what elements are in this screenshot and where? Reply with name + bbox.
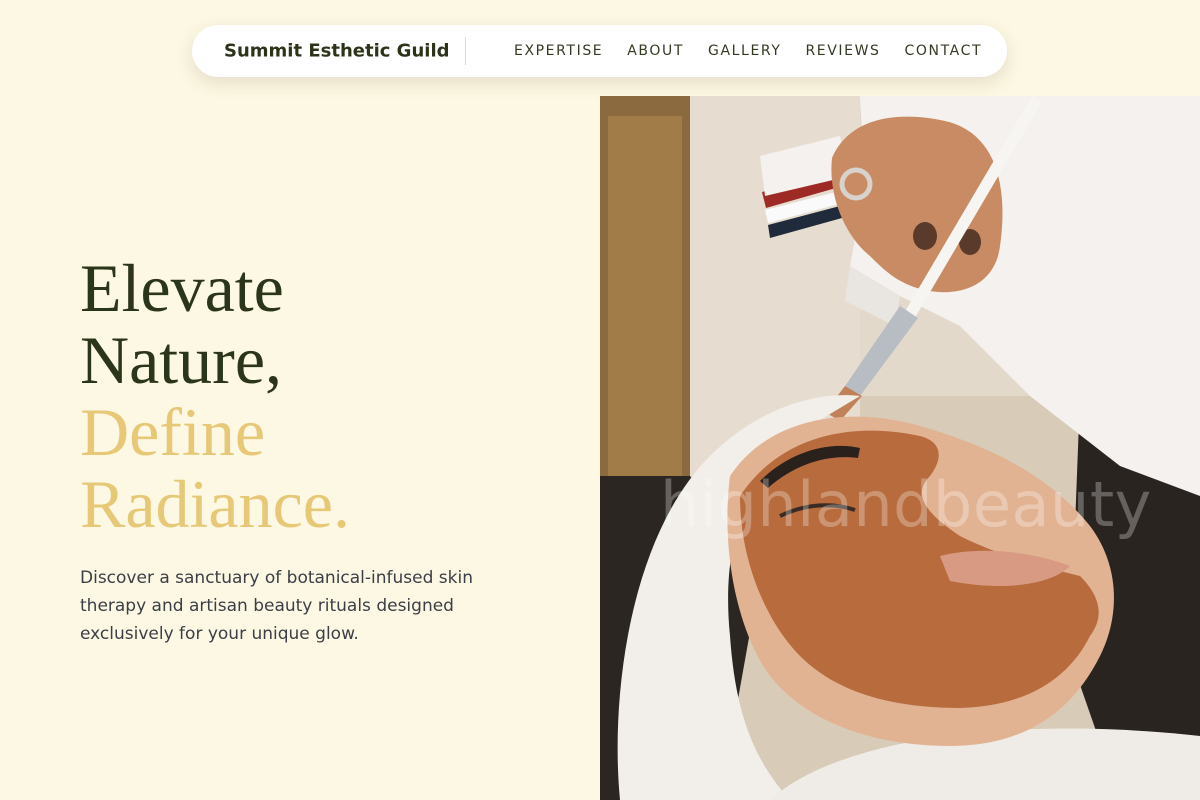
nav-links: EXPERTISE ABOUT GALLERY REVIEWS CONTACT: [514, 43, 982, 59]
nav-link-contact[interactable]: CONTACT: [905, 43, 983, 59]
hero-intro-text: Discover a sanctuary of botanical-infuse…: [80, 568, 474, 644]
nav-link-expertise[interactable]: EXPERTISE: [514, 43, 603, 59]
hero-headline: Elevate Nature, Define Radiance.: [80, 252, 350, 540]
nav-link-about[interactable]: ABOUT: [627, 43, 684, 59]
headline-accent-line-2: Radiance.: [80, 466, 350, 542]
brand-logo-link[interactable]: Summit Esthetic Guild: [224, 41, 450, 62]
headline-accent-line-1: Define: [80, 394, 266, 470]
nav-link-reviews[interactable]: REVIEWS: [805, 43, 880, 59]
headline-line-1: Elevate: [80, 250, 284, 326]
hero-facial-treatment-photo: highlandbeauty: [600, 96, 1200, 800]
nav-link-gallery[interactable]: GALLERY: [708, 43, 781, 59]
headline-line-2: Nature,: [80, 322, 283, 398]
photo-watermark: highlandbeauty: [660, 468, 1152, 541]
top-navigation: Summit Esthetic Guild EXPERTISE ABOUT GA…: [192, 25, 1007, 77]
nav-divider: [465, 37, 466, 65]
